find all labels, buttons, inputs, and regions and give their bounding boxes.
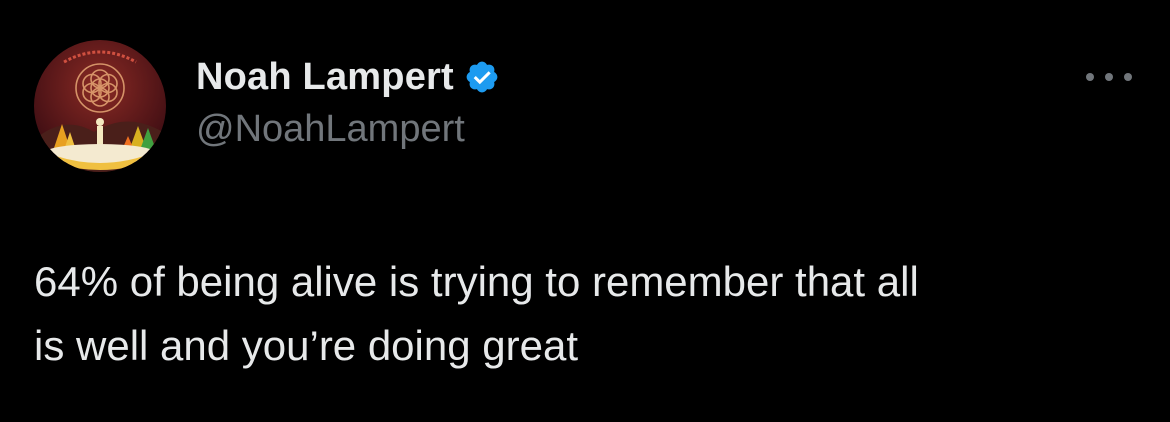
more-dots-icon: [1086, 73, 1094, 81]
avatar-image: [34, 40, 166, 172]
author-display-name[interactable]: Noah Lampert: [196, 56, 454, 99]
verified-badge-icon[interactable]: [464, 59, 500, 95]
tweet-text: 64% of being alive is trying to remember…: [34, 258, 919, 369]
more-dots-icon: [1105, 73, 1113, 81]
tweet-card: Noah Lampert @NoahLampert 64% of being a…: [0, 0, 1170, 422]
author-avatar[interactable]: [34, 40, 166, 172]
more-options-button[interactable]: [1086, 64, 1132, 90]
more-dots-icon: [1124, 73, 1132, 81]
author-handle[interactable]: @NoahLampert: [196, 108, 465, 151]
author-name-row: Noah Lampert: [196, 52, 500, 102]
